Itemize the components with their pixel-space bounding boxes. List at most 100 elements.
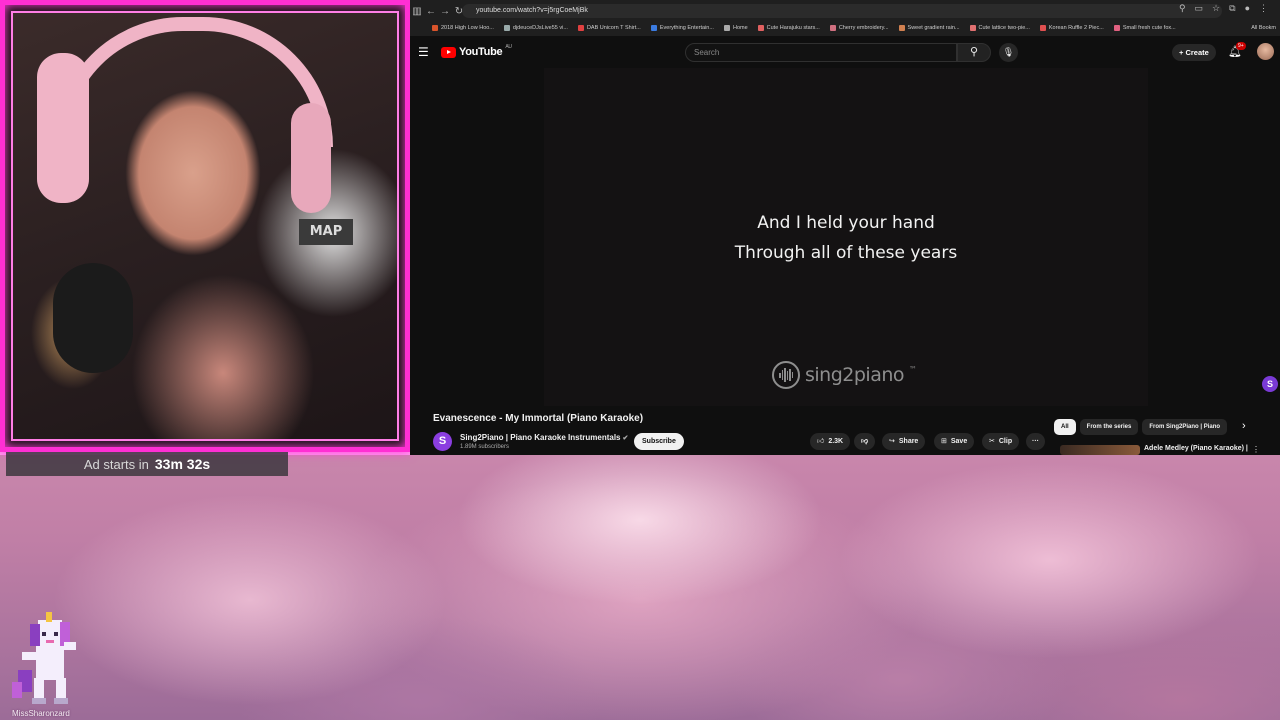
search-icon[interactable]: ⚲ xyxy=(957,43,991,62)
clip-label: Clip xyxy=(998,438,1013,445)
bookmark-favicon-icon xyxy=(829,25,836,31)
channel-name[interactable]: Sing2Piano | Piano Karaoke Instrumentals… xyxy=(460,433,628,442)
bookmark-label: Small fresh cute fox... xyxy=(1122,25,1176,31)
like-button[interactable]: 👍︎ 2.3K xyxy=(810,433,851,450)
recommendation-title[interactable]: Adele Medley (Piano Karaoke) | xyxy=(1144,445,1248,452)
bookmark-item[interactable]: Korean Ruffle 2 Piec... xyxy=(1039,25,1104,31)
channel-avatar[interactable]: S xyxy=(433,432,452,451)
bookmark-item[interactable]: Home xyxy=(723,25,748,31)
bookmark-item[interactable]: Small fresh cute fox... xyxy=(1113,25,1176,31)
tab-strip-icon[interactable]: ▥ xyxy=(410,6,424,17)
bookmark-label: DAB Unicorn T Shirt... xyxy=(586,25,641,31)
bookmark-label: Home xyxy=(732,25,748,31)
sound-wave-icon xyxy=(772,361,800,389)
lyrics-line-1: And I held your hand xyxy=(757,213,935,233)
bookmark-label: 2018 High Low Hoo... xyxy=(441,25,494,31)
share-icon: ↪ xyxy=(889,438,895,445)
extensions-icon[interactable]: ⧉ xyxy=(1229,3,1235,14)
recommendation-chips: All From the series From Sing2Piano | Pi… xyxy=(1054,419,1228,435)
thumbs-up-icon: 👍︎ xyxy=(817,438,825,445)
forward-icon[interactable]: → xyxy=(438,6,452,17)
save-label: Save xyxy=(950,438,968,445)
browser-window: ▥ ← → ↻ youtube.com/watch?v=j5rgCoeMjBk … xyxy=(410,0,1280,455)
all-bookmarks[interactable]: All Bookm xyxy=(1247,20,1276,36)
youtube-logo[interactable]: YouTube AU xyxy=(441,44,512,58)
bookmark-item[interactable]: Everything Entertain... xyxy=(650,25,714,31)
streamer-name: MissSharonzard xyxy=(12,709,70,718)
recommendation-thumbnail[interactable] xyxy=(1060,445,1140,455)
more-dots-icon: ··· xyxy=(1032,438,1039,445)
sing2piano-watermark: sing2piano ™ xyxy=(772,361,917,389)
bookmark-item[interactable]: Sweet gradient rain... xyxy=(898,25,960,31)
bookmark-star-icon[interactable]: ☆ xyxy=(1212,3,1220,14)
verified-icon: ✔ xyxy=(622,435,629,442)
channel-side-icon[interactable]: S xyxy=(1262,376,1278,392)
bookmark-item[interactable]: Cherry embroidery... xyxy=(829,25,889,31)
chip-all[interactable]: All xyxy=(1054,419,1076,435)
headphone-left xyxy=(37,53,89,203)
video-player[interactable]: And I held your hand Through all of thes… xyxy=(544,68,1148,406)
save-button[interactable]: ⊞ Save xyxy=(934,433,975,450)
ad-countdown-label: Ad starts in xyxy=(83,457,149,472)
bookmark-favicon-icon xyxy=(723,25,730,31)
youtube-logo-text: YouTube xyxy=(459,46,503,58)
microphone xyxy=(53,263,133,373)
bookmark-item[interactable]: djdeuceDJsLive55 vi... xyxy=(503,25,568,31)
bookmark-favicon-icon xyxy=(1113,25,1120,31)
bookmark-item[interactable]: 2018 High Low Hoo... xyxy=(432,25,494,31)
more-actions-button[interactable]: ··· xyxy=(1026,433,1045,450)
webcam-feed: MAP xyxy=(11,11,399,441)
more-options-icon[interactable]: ⋮ xyxy=(1252,445,1260,454)
bookmark-label: djdeuceDJsLive55 vi... xyxy=(512,25,568,31)
bookmark-favicon-icon xyxy=(650,25,657,31)
menu-dots-icon[interactable]: ⋮ xyxy=(1259,3,1268,14)
brand-trademark: ™ xyxy=(909,364,917,374)
region-code: AU xyxy=(505,44,512,50)
dislike-button[interactable]: 👎︎ xyxy=(854,433,876,450)
search-input[interactable]: Search xyxy=(685,43,957,62)
scissors-icon: ✂ xyxy=(989,438,995,445)
bookmark-item[interactable]: Cute Harajuku stars... xyxy=(757,25,820,31)
clip-button[interactable]: ✂ Clip xyxy=(982,433,1020,450)
ad-countdown: Ad starts in 33m 32s xyxy=(6,452,288,476)
subscribe-button[interactable]: Subscribe xyxy=(634,433,684,450)
share-button[interactable]: ↪ Share xyxy=(882,433,926,450)
chevron-right-icon[interactable]: › xyxy=(1242,420,1246,432)
zoom-icon[interactable]: ⚲ xyxy=(1179,3,1186,14)
youtube-header: ☰ YouTube AU Search ⚲ 🎙︎ + Create 🔔︎ 9+ xyxy=(410,36,1280,68)
notification-badge: 9+ xyxy=(1236,42,1246,50)
chip-from-channel[interactable]: From Sing2Piano | Piano xyxy=(1142,419,1228,435)
create-label: Create xyxy=(1185,48,1209,57)
bookmark-label: Everything Entertain... xyxy=(659,25,714,31)
account-avatar[interactable] xyxy=(1257,43,1274,60)
back-icon[interactable]: ← xyxy=(424,6,438,17)
lyrics-line-2: Through all of these years xyxy=(734,243,958,263)
subscriber-count: 1.89M subscribers xyxy=(460,444,510,450)
cast-icon[interactable]: ▭ xyxy=(1195,3,1204,14)
save-icon: ⊞ xyxy=(941,438,947,445)
chip-from-series[interactable]: From the series xyxy=(1079,419,1139,435)
create-button[interactable]: + Create xyxy=(1172,44,1216,61)
video-title: Evanescence - My Immortal (Piano Karaoke… xyxy=(433,413,644,424)
address-bar[interactable]: youtube.com/watch?v=j5rgCoeMjBk xyxy=(462,4,1222,18)
bookmark-favicon-icon xyxy=(503,25,510,31)
profile-icon[interactable]: ● xyxy=(1245,3,1250,14)
bookmarks-bar: 2018 High Low Hoo... djdeuceDJsLive55 vi.… xyxy=(410,20,1280,36)
unicorn-mascot-icon xyxy=(12,612,76,704)
hamburger-menu-icon[interactable]: ☰ xyxy=(418,45,429,59)
bookmark-label: Cute Harajuku stars... xyxy=(766,25,820,31)
bookmark-label: Sweet gradient rain... xyxy=(907,25,960,31)
voice-search-mic-icon[interactable]: 🎙︎ xyxy=(999,43,1018,62)
bookmark-label: Cute lattice two-pie... xyxy=(978,25,1030,31)
share-label: Share xyxy=(898,438,919,445)
browser-toolbar: ▥ ← → ↻ youtube.com/watch?v=j5rgCoeMjBk … xyxy=(410,0,1280,20)
bookmark-item[interactable]: DAB Unicorn T Shirt... xyxy=(577,25,641,31)
channel-name-text: Sing2Piano | Piano Karaoke Instrumentals xyxy=(460,433,621,442)
bookmark-item[interactable]: Cute lattice two-pie... xyxy=(969,25,1030,31)
thumbs-down-icon: 👎︎ xyxy=(861,438,869,445)
bookmark-favicon-icon xyxy=(577,25,584,31)
bookmark-favicon-icon xyxy=(898,25,905,31)
youtube-play-icon xyxy=(441,46,456,58)
address-bar-icons: ⚲ ▭ ☆ ⧉ ● ⋮ xyxy=(1179,3,1268,14)
karaoke-lyrics: And I held your hand Through all of thes… xyxy=(544,208,1148,268)
